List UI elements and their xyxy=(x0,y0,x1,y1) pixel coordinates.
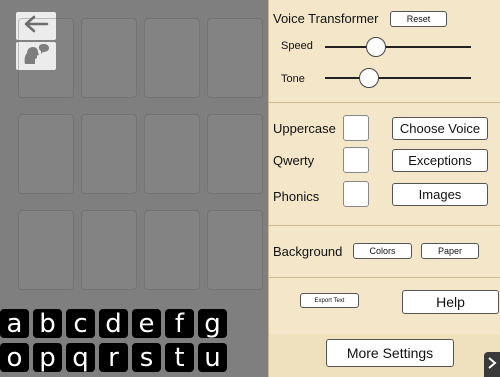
chevron-right-icon xyxy=(487,355,497,374)
tone-label: Tone xyxy=(281,73,305,85)
letter-tile-f[interactable]: f xyxy=(165,309,194,338)
letter-tile-u[interactable]: u xyxy=(198,343,227,372)
grid-cell[interactable] xyxy=(81,210,137,290)
grid-cell[interactable] xyxy=(81,114,137,194)
colors-button[interactable]: Colors xyxy=(353,243,412,259)
divider xyxy=(269,102,500,103)
letter-tile-s[interactable]: s xyxy=(132,343,161,372)
letter-tile-b[interactable]: b xyxy=(33,309,62,338)
divider xyxy=(269,225,500,226)
uppercase-checkbox[interactable] xyxy=(343,115,369,141)
grid-cell[interactable] xyxy=(18,18,74,98)
qwerty-checkbox[interactable] xyxy=(343,147,369,173)
letter-tile-g[interactable]: g xyxy=(198,309,227,338)
letter-tile-c[interactable]: c xyxy=(66,309,95,338)
images-button[interactable]: Images xyxy=(392,183,488,206)
grid-cell[interactable] xyxy=(144,18,200,98)
grid-cell[interactable] xyxy=(144,114,200,194)
speed-slider-knob[interactable] xyxy=(366,37,387,57)
letter-tile-a[interactable]: a xyxy=(0,309,29,338)
grid-cell[interactable] xyxy=(18,114,74,194)
tone-slider-knob[interactable] xyxy=(358,68,379,88)
speed-label: Speed xyxy=(281,40,313,52)
grid-cell[interactable] xyxy=(144,210,200,290)
grid-cell[interactable] xyxy=(81,18,137,98)
workspace: a b c d e f g o p q r s t u xyxy=(0,0,268,377)
reset-button[interactable]: Reset xyxy=(390,11,447,27)
grid-cell[interactable] xyxy=(207,18,263,98)
grid-cell[interactable] xyxy=(207,210,263,290)
corner-chevron-button[interactable] xyxy=(484,352,500,377)
phonics-label: Phonics xyxy=(273,189,320,204)
more-settings-button[interactable]: More Settings xyxy=(326,339,454,367)
phonics-checkbox[interactable] xyxy=(343,181,369,207)
export-text-button[interactable]: Export Text xyxy=(300,293,359,308)
letter-tile-e[interactable]: e xyxy=(132,309,161,338)
divider xyxy=(269,277,500,278)
exceptions-button[interactable]: Exceptions xyxy=(392,149,488,172)
letter-tile-q[interactable]: q xyxy=(66,343,95,372)
letter-tile-p[interactable]: p xyxy=(33,343,62,372)
choose-voice-button[interactable]: Choose Voice xyxy=(392,117,488,140)
tone-slider-track[interactable] xyxy=(325,77,471,79)
voice-transformer-title: Voice Transformer xyxy=(273,11,379,26)
qwerty-label: Qwerty xyxy=(273,153,315,168)
letter-tile-r[interactable]: r xyxy=(99,343,128,372)
letter-tile-t[interactable]: t xyxy=(165,343,194,372)
paper-button[interactable]: Paper xyxy=(421,243,479,259)
symbol-grid xyxy=(18,18,268,298)
uppercase-label: Uppercase xyxy=(273,121,336,136)
background-label: Background xyxy=(273,244,343,259)
help-button[interactable]: Help xyxy=(402,290,499,314)
grid-cell[interactable] xyxy=(207,114,263,194)
speed-slider-track[interactable] xyxy=(325,46,471,48)
letter-tile-d[interactable]: d xyxy=(99,309,128,338)
settings-panel: Voice Transformer Reset Speed Tone Upper… xyxy=(268,0,500,377)
grid-cell[interactable] xyxy=(18,210,74,290)
letter-tile-o[interactable]: o xyxy=(0,343,29,372)
